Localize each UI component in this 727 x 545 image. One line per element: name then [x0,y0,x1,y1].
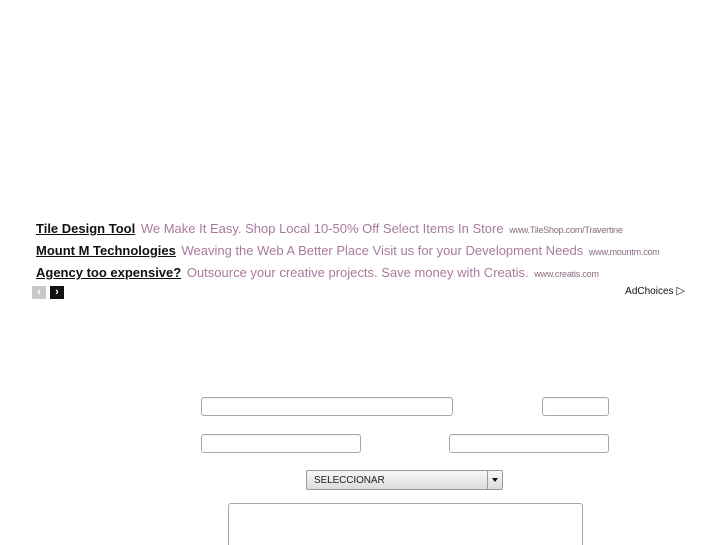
ad-item: Mount M Technologies Weaving the Web A B… [36,243,660,260]
adchoices-link[interactable]: AdChoices ▷ [625,285,685,298]
select-value: SELECCIONAR [314,475,385,486]
ad-item: Agency too expensive? Outsource your cre… [36,265,599,282]
chevron-down-icon [492,478,498,482]
ad-item: Tile Design Tool We Make It Easy. Shop L… [36,221,623,238]
ad-title-link[interactable]: Tile Design Tool [36,221,135,236]
page: Tile Design Tool We Make It Easy. Shop L… [0,0,727,545]
ad-url[interactable]: www.creatis.com [534,269,599,279]
ad-title-link[interactable]: Mount M Technologies [36,243,176,258]
form-field-2[interactable] [542,397,609,416]
ad-url[interactable]: www.mountm.com [589,247,660,257]
adchoices-icon: ▷ [676,285,685,297]
chevron-left-icon: ‹ [37,286,41,298]
form-field-4[interactable] [449,434,609,453]
select-dropdown[interactable]: SELECCIONAR [306,470,503,490]
form-field-1[interactable] [201,397,453,416]
message-textarea[interactable] [228,503,583,545]
ad-prev-button[interactable]: ‹ [32,286,46,299]
ad-url[interactable]: www.TileShop.com/Travertine [509,225,623,235]
ad-description[interactable]: Weaving the Web A Better Place Visit us … [181,243,583,258]
ad-description[interactable]: Outsource your creative projects. Save m… [187,265,529,280]
form-field-3[interactable] [201,434,361,453]
ad-next-button[interactable]: › [50,286,64,299]
ad-description[interactable]: We Make It Easy. Shop Local 10-50% Off S… [141,221,504,236]
ad-title-link[interactable]: Agency too expensive? [36,265,181,280]
adchoices-label: AdChoices [625,286,674,297]
dropdown-button[interactable] [487,471,502,489]
chevron-right-icon: › [55,286,59,298]
